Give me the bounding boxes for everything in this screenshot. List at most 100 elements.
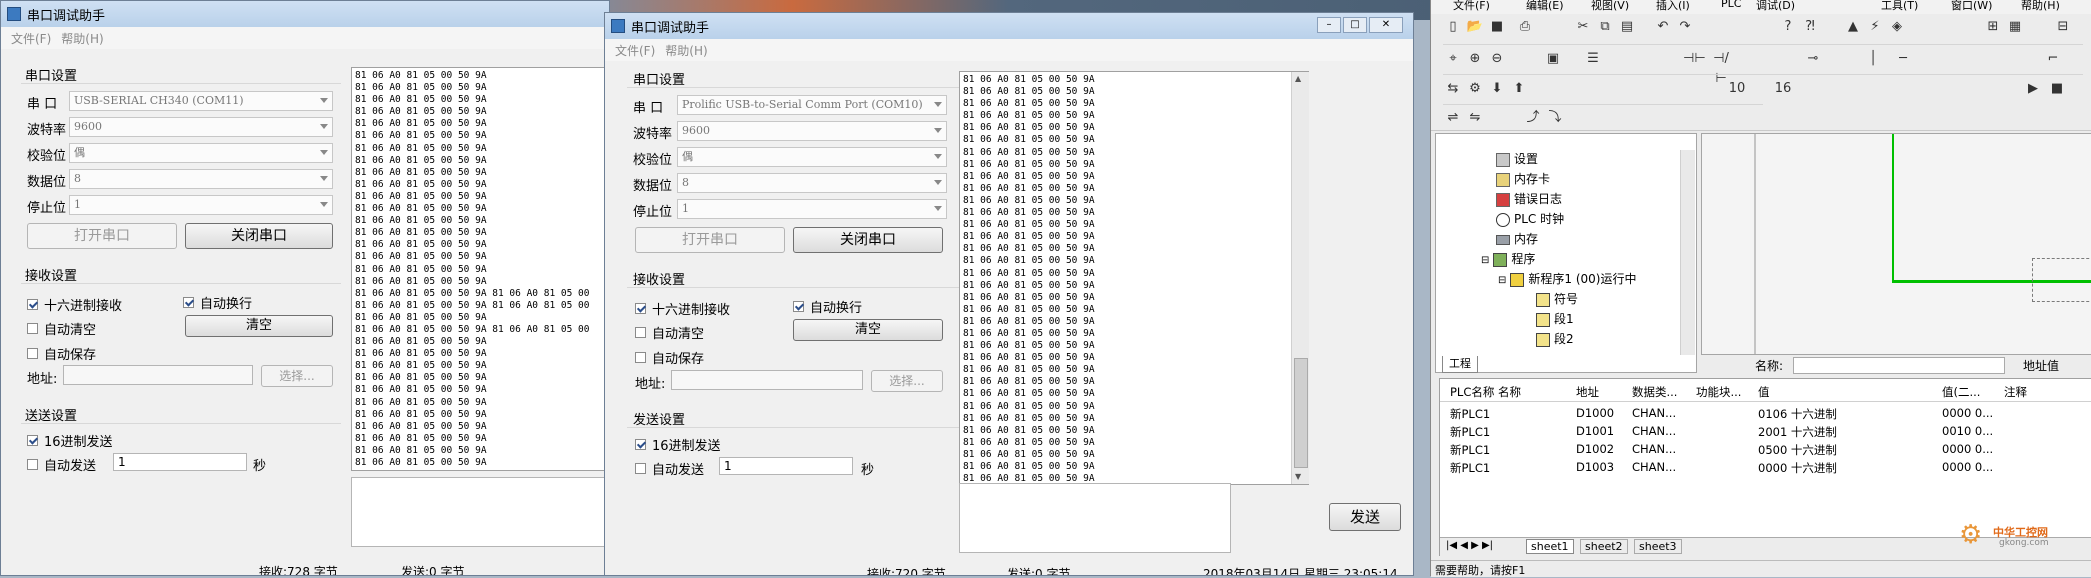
open-folder-icon[interactable]: 📂 <box>1465 17 1485 37</box>
plc-menu-file[interactable]: 文件(F) <box>1453 0 1490 13</box>
tree-item[interactable]: 内存 <box>1496 230 1538 247</box>
tree-scrollbar[interactable] <box>1680 150 1695 355</box>
collapse-icon[interactable]: ⊟ <box>1498 275 1506 286</box>
clear-button[interactable]: 清空 <box>185 315 333 337</box>
tree-item[interactable]: 段1 <box>1536 310 1574 327</box>
send-text-area[interactable] <box>959 483 1231 553</box>
address-input[interactable] <box>671 370 863 390</box>
receive-text-area[interactable]: 81 06 A0 81 05 00 50 9A 81 06 A0 81 05 00… <box>959 71 1309 485</box>
minimize-button[interactable]: – <box>1317 17 1341 33</box>
print-icon[interactable]: ⎙ <box>1515 17 1535 37</box>
auto-newline-checkbox[interactable]: 自动换行 <box>183 293 252 312</box>
watch-col-comment[interactable]: 注释 <box>2004 384 2027 400</box>
open-port-button[interactable]: 打开串口 <box>635 227 785 253</box>
plc-menu-insert[interactable]: 插入(I) <box>1656 0 1690 13</box>
force-on-icon[interactable]: ⇌ <box>1443 108 1463 128</box>
send-text-area[interactable] <box>351 477 609 547</box>
auto-send-interval-input[interactable]: 1 <box>113 453 247 471</box>
hex-receive-checkbox[interactable]: 十六进制接收 <box>635 299 730 318</box>
section-icon[interactable]: ▣ <box>1543 49 1563 69</box>
sheet-tab[interactable]: sheet2 <box>1580 539 1628 554</box>
auto-newline-checkbox[interactable]: 自动换行 <box>793 297 862 316</box>
force-off-icon[interactable]: ⇋ <box>1465 108 1485 128</box>
list-icon[interactable]: ☰ <box>1583 49 1603 69</box>
parity-select[interactable]: 偶 <box>69 143 333 163</box>
scroll-up-icon[interactable]: ▲ <box>1295 74 1301 83</box>
cut-icon[interactable]: ✂ <box>1573 17 1593 37</box>
databits-select[interactable]: 8 <box>69 169 333 189</box>
sheet-tab[interactable]: sheet1 <box>1526 539 1574 554</box>
step-icon[interactable]: 10 <box>1727 79 1747 99</box>
network-icon[interactable]: ⊟ <box>2053 17 2073 37</box>
auto-send-interval-input[interactable]: 1 <box>719 457 853 475</box>
watch-col-name[interactable]: 名称 <box>1498 384 1521 400</box>
ladder-editor[interactable] <box>1701 133 2091 355</box>
tree-item[interactable]: 段2 <box>1536 330 1574 347</box>
clear-button[interactable]: 清空 <box>793 319 943 341</box>
contact-no-icon[interactable]: ⊣⊢ <box>1683 49 1706 69</box>
menu-help[interactable]: 帮助(H) <box>665 42 707 59</box>
port-select[interactable]: USB-SERIAL CH340 (COM11) <box>69 91 333 111</box>
tree-item[interactable]: 符号 <box>1536 290 1578 307</box>
auto-save-checkbox[interactable]: 自动保存 <box>27 344 96 363</box>
tree-item[interactable]: 内存卡 <box>1496 170 1550 187</box>
select-icon[interactable]: ⌖ <box>1443 49 1463 69</box>
name-input[interactable] <box>1793 357 2005 374</box>
parity-select[interactable]: 偶 <box>677 147 947 167</box>
auto-clear-checkbox[interactable]: 自动清空 <box>27 319 96 338</box>
monitor-icon[interactable]: ◈ <box>1887 17 1907 37</box>
maximize-button[interactable]: □ <box>1343 17 1367 33</box>
port-select[interactable]: Prolific USB-to-Serial Comm Port (COM10) <box>677 95 947 115</box>
address-input[interactable] <box>63 365 253 385</box>
line-icon[interactable]: │ <box>1863 49 1883 69</box>
contact-nc-icon[interactable]: ⊣/⊢ <box>1711 49 1731 86</box>
redo-icon[interactable]: ↷ <box>1675 17 1695 37</box>
grid-view-icon[interactable]: ▦ <box>2005 17 2025 37</box>
download-icon[interactable]: ⬇ <box>1487 79 1507 99</box>
watch-col-binary[interactable]: 值(二... <box>1942 384 1980 400</box>
plc-menu-help[interactable]: 帮助(H) <box>2021 0 2060 13</box>
sheet-nav-first[interactable]: |◀ ◀ ▶ ▶| <box>1446 540 1493 551</box>
tree-item[interactable]: 错误日志 <box>1496 190 1562 207</box>
set-icon[interactable]: ⤴ <box>1523 108 1543 128</box>
plc-menu-window[interactable]: 窗口(W) <box>1951 0 1992 13</box>
coil-icon[interactable]: ⊸ <box>1803 49 1823 69</box>
connect-icon[interactable]: ⚡ <box>1865 17 1885 37</box>
plc-menu-view[interactable]: 视图(V) <box>1591 0 1629 13</box>
upload-icon[interactable]: ⬆ <box>1509 79 1529 99</box>
receive-scrollbar[interactable]: ▲ ▼ <box>1291 72 1309 484</box>
scroll-thumb[interactable] <box>1294 358 1308 468</box>
help-icon[interactable]: ? <box>1778 17 1798 37</box>
new-file-icon[interactable]: ▯ <box>1443 17 1463 37</box>
tree-tab[interactable]: 工程 <box>1442 356 1478 373</box>
menu-file[interactable]: 文件(F) <box>11 30 51 47</box>
tree-item[interactable]: ⊟ 程序 <box>1481 250 1535 267</box>
auto-save-checkbox[interactable]: 自动保存 <box>635 348 704 367</box>
watch-col-value[interactable]: 值 <box>1758 384 1770 400</box>
close-button[interactable]: ✕ <box>1369 17 1403 33</box>
plc-menu-tools[interactable]: 工具(T) <box>1881 0 1918 13</box>
tree-item[interactable]: ⊟ 新程序1 (00)运行中 <box>1498 270 1636 287</box>
transfer-icon[interactable]: ⇆ <box>1443 79 1463 99</box>
hex-send-checkbox[interactable]: 16进制发送 <box>635 435 721 454</box>
plc-menu-edit[interactable]: 编辑(E) <box>1526 0 1564 13</box>
auto-clear-checkbox[interactable]: 自动清空 <box>635 323 704 342</box>
stopbits-select[interactable]: 1 <box>677 199 947 219</box>
receive-text-area[interactable]: 81 06 A0 81 05 00 50 9A 81 06 A0 81 05 00… <box>351 67 609 471</box>
stop-icon[interactable]: ■ <box>2047 79 2067 99</box>
close-port-button[interactable]: 关闭串口 <box>793 227 943 253</box>
save-icon[interactable]: ■ <box>1487 17 1507 37</box>
online-icon[interactable]: ▲ <box>1843 17 1863 37</box>
hline-icon[interactable]: ─ <box>1893 49 1913 69</box>
watch-col-datatype[interactable]: 数据类... <box>1632 384 1677 400</box>
hex-receive-checkbox[interactable]: 十六进制接收 <box>27 295 122 314</box>
reset-icon[interactable]: ⤵ <box>1545 108 1565 128</box>
undo-icon[interactable]: ↶ <box>1653 17 1673 37</box>
watch-row[interactable]: 新PLC1 D1000 CHAN... 0106 十六进制 0000 0... <box>1440 405 2091 423</box>
browse-button[interactable]: 选择... <box>261 365 333 387</box>
plc-menu-plc[interactable]: PLC <box>1721 0 1741 10</box>
menu-file[interactable]: 文件(F) <box>615 42 655 59</box>
watch-col-address[interactable]: 地址 <box>1576 384 1599 400</box>
baud-select[interactable]: 9600 <box>677 121 947 141</box>
tree-item[interactable]: 设置 <box>1496 150 1538 167</box>
